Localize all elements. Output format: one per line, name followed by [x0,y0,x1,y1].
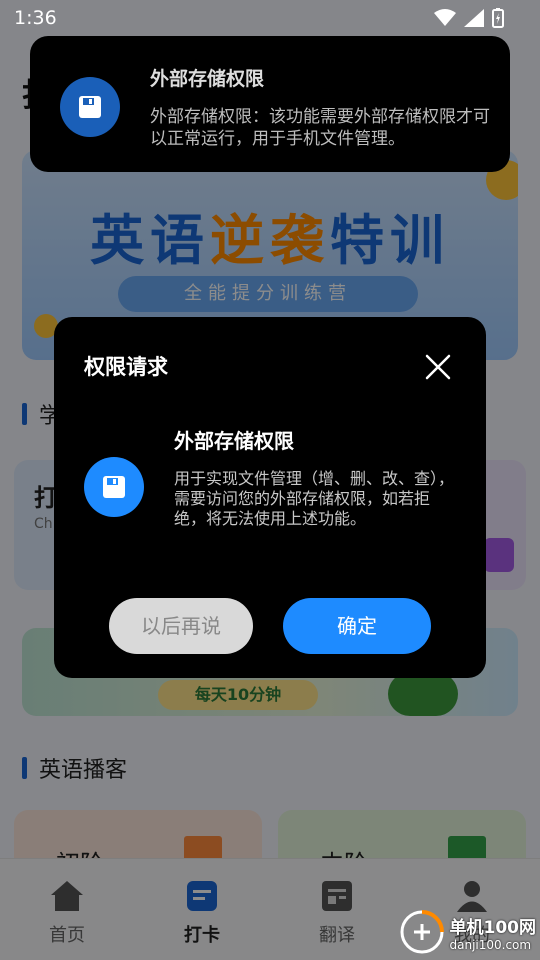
battery-icon [492,8,504,28]
permission-title: 外部存储权限 [174,429,294,453]
storage-icon [84,457,144,517]
close-icon[interactable] [424,353,452,381]
watermark-logo-icon [400,910,444,954]
notice-description: 外部存储权限：该功能需要外部存储权限才可以正常运行，用于手机文件管理。 [150,107,490,149]
permission-dialog: 权限请求 外部存储权限 用于实现文件管理（增、删、改、查），需要访问您的外部存储… [54,317,486,678]
confirm-button[interactable]: 确定 [283,598,431,654]
site-watermark: 单机100网 danji100.com [398,908,537,956]
storage-icon [60,77,120,137]
status-bar: 1:36 [0,0,540,36]
dialog-title: 权限请求 [84,355,168,379]
watermark-url: danji100.com [449,937,532,952]
notice-title: 外部存储权限 [150,68,265,90]
permission-description: 用于实现文件管理（增、删、改、查），需要访问您的外部存储权限，如若拒绝，将无法使… [174,469,455,528]
wifi-icon [434,9,456,26]
status-icons [434,8,504,28]
watermark-text: 单机100网 danji100.com [450,913,537,952]
permission-notice: 外部存储权限 外部存储权限：该功能需要外部存储权限才可以正常运行，用于手机文件管… [30,36,510,172]
watermark-name: 单机100网 [449,917,537,938]
status-time: 1:36 [14,7,57,29]
signal-icon [464,9,484,27]
later-button[interactable]: 以后再说 [109,598,253,654]
